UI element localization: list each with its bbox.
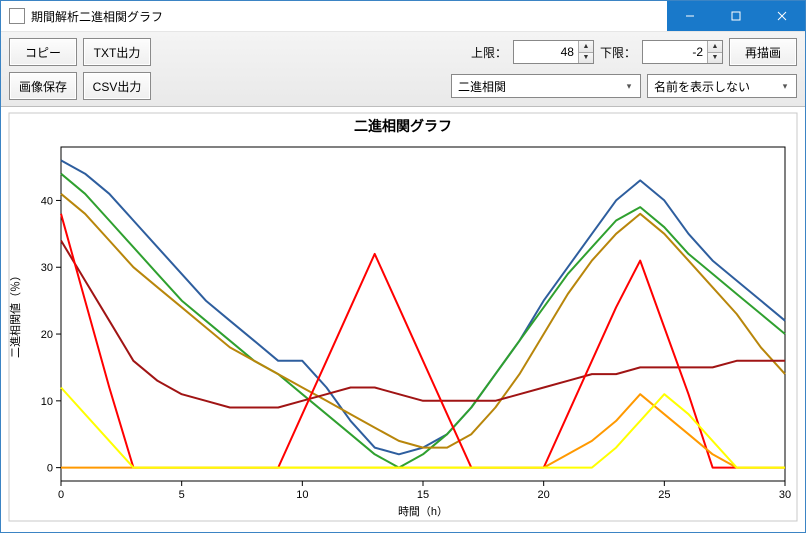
- name-display-combo[interactable]: 名前を表示しない ▾: [647, 74, 797, 98]
- chevron-down-icon: ▾: [778, 81, 792, 92]
- chevron-down-icon: ▾: [622, 81, 636, 92]
- upper-limit-step-down[interactable]: ▼: [579, 52, 593, 64]
- toolbar: コピー TXT出力 上限： ▲ ▼ 下限： ▲ ▼ 再描画 画: [1, 32, 805, 107]
- svg-text:0: 0: [58, 489, 64, 501]
- svg-text:20: 20: [41, 329, 53, 341]
- upper-limit-label: 上限：: [471, 44, 507, 61]
- copy-button-label: コピー: [25, 44, 61, 61]
- csv-export-label: CSV出力: [93, 78, 142, 95]
- txt-export-label: TXT出力: [94, 44, 141, 61]
- redraw-button[interactable]: 再描画: [729, 38, 797, 66]
- svg-text:40: 40: [41, 195, 53, 207]
- lower-limit-input[interactable]: [643, 41, 707, 63]
- titlebar: 期間解析二進相関グラフ: [1, 1, 805, 32]
- svg-text:30: 30: [779, 489, 791, 501]
- lower-limit-step-down[interactable]: ▼: [708, 52, 722, 64]
- svg-text:二進相関値（％）: 二進相関値（％）: [9, 270, 22, 358]
- close-button[interactable]: [759, 1, 805, 31]
- svg-text:25: 25: [658, 489, 670, 501]
- svg-text:0: 0: [47, 463, 53, 475]
- svg-text:5: 5: [179, 489, 185, 501]
- svg-text:10: 10: [296, 489, 308, 501]
- image-save-label: 画像保存: [19, 78, 67, 95]
- svg-text:10: 10: [41, 396, 53, 408]
- chart-svg: 二進相関グラフ 0 5 10 15 20 25 30 0 10 20 30 40 時間（h） 二進相関値（％…: [1, 107, 805, 527]
- lower-limit-step-up[interactable]: ▲: [708, 41, 722, 52]
- app-icon: [9, 8, 25, 24]
- svg-text:二進相関グラフ: 二進相関グラフ: [354, 118, 452, 134]
- close-icon: [777, 11, 787, 21]
- app-window: 期間解析二進相関グラフ コピー TXT出力 上限： ▲ ▼: [0, 0, 806, 533]
- txt-export-button[interactable]: TXT出力: [83, 38, 151, 66]
- chart-area: 二進相関グラフ 0 5 10 15 20 25 30 0 10 20 30 40 時間（h） 二進相関値（％…: [1, 107, 805, 532]
- toolbar-row-1: コピー TXT出力 上限： ▲ ▼ 下限： ▲ ▼ 再描画: [9, 38, 797, 66]
- minimize-icon: [685, 11, 695, 21]
- redraw-button-label: 再描画: [745, 44, 781, 61]
- upper-limit-step-up[interactable]: ▲: [579, 41, 593, 52]
- copy-button[interactable]: コピー: [9, 38, 77, 66]
- image-save-button[interactable]: 画像保存: [9, 72, 77, 100]
- analysis-type-value: 二進相関: [458, 78, 506, 95]
- maximize-icon: [731, 11, 741, 21]
- caption-buttons: [667, 1, 805, 31]
- svg-text:30: 30: [41, 262, 53, 274]
- minimize-button[interactable]: [667, 1, 713, 31]
- name-display-value: 名前を表示しない: [654, 78, 750, 95]
- maximize-button[interactable]: [713, 1, 759, 31]
- lower-limit-label: 下限：: [600, 44, 636, 61]
- svg-text:20: 20: [538, 489, 550, 501]
- analysis-type-combo[interactable]: 二進相関 ▾: [451, 74, 641, 98]
- window-title: 期間解析二進相関グラフ: [31, 8, 163, 25]
- lower-limit-field[interactable]: ▲ ▼: [642, 40, 723, 64]
- svg-text:15: 15: [417, 489, 429, 501]
- upper-limit-input[interactable]: [514, 41, 578, 63]
- csv-export-button[interactable]: CSV出力: [83, 72, 151, 100]
- svg-text:時間（h）: 時間（h）: [398, 505, 448, 518]
- upper-limit-field[interactable]: ▲ ▼: [513, 40, 594, 64]
- toolbar-row-2: 画像保存 CSV出力 二進相関 ▾ 名前を表示しない ▾: [9, 72, 797, 100]
